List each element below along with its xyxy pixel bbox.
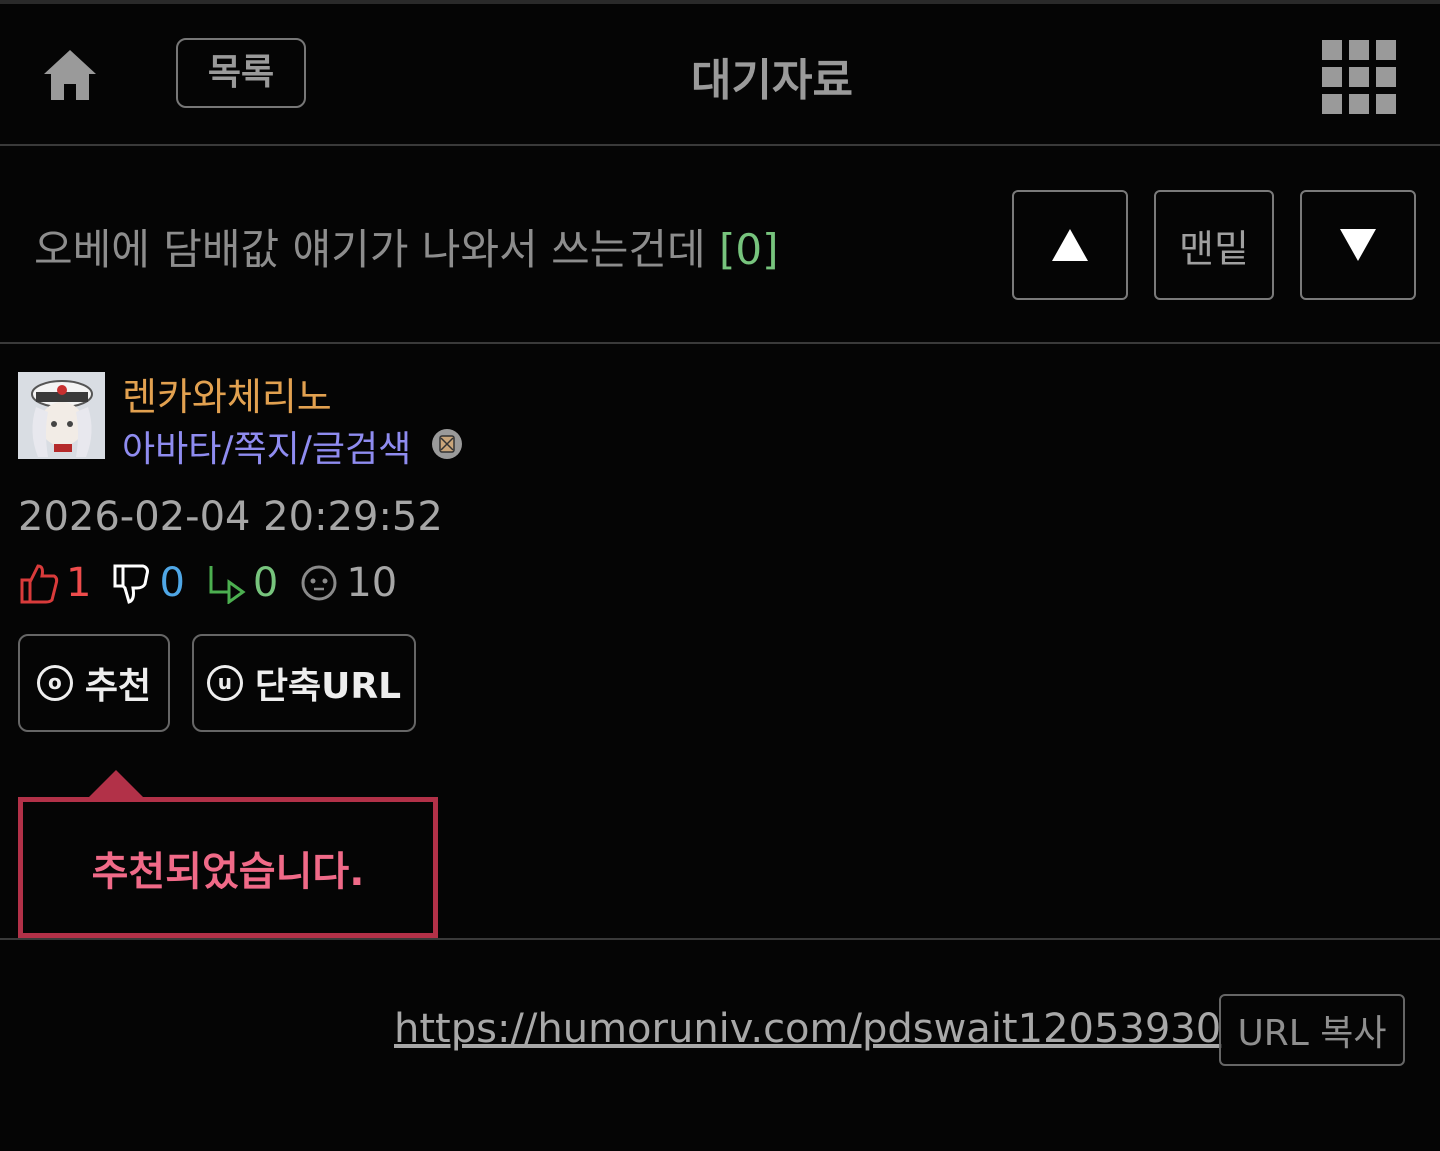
- copy-url-button[interactable]: URL 복사: [1219, 994, 1405, 1066]
- badge-icon: [432, 429, 462, 459]
- post-url-link[interactable]: https://humoruniv.com/pdswait12053930: [394, 1006, 1221, 1052]
- thumbs-up-icon: [20, 564, 59, 604]
- post-title-text: 오베에 담배값 얘기가 나와서 쓰는건데: [34, 225, 706, 274]
- view-icon: [301, 565, 337, 601]
- recommend-circle-icon: o: [36, 665, 73, 701]
- short-url-button[interactable]: u 단축URL: [192, 634, 416, 732]
- author-name[interactable]: 렌카와체리노: [122, 366, 332, 421]
- scroll-down-button[interactable]: [1300, 190, 1416, 300]
- avatar[interactable]: [18, 372, 105, 459]
- author-links[interactable]: 아바타/쪽지/글검색: [122, 420, 411, 472]
- section-divider: [0, 938, 1440, 940]
- reply-count: 0: [252, 560, 279, 606]
- short-url-label: 단축URL: [254, 666, 402, 707]
- scroll-up-button[interactable]: [1012, 190, 1128, 300]
- scroll-bottom-button[interactable]: 맨밑: [1154, 190, 1274, 300]
- thumbs-down-icon: [113, 564, 150, 604]
- list-button[interactable]: 목록: [176, 38, 306, 108]
- post-date: 2026-02-04 20:29:52: [18, 494, 443, 540]
- recommend-button[interactable]: o 추천: [18, 634, 170, 732]
- avatar-image: [18, 372, 105, 459]
- upvote-count: 1: [66, 560, 92, 606]
- recommend-toast: 추천되었습니다.: [18, 797, 438, 938]
- triangle-down-icon: [1340, 229, 1376, 261]
- triangle-up-icon: [1052, 229, 1088, 261]
- recommend-label: 추천: [84, 666, 152, 707]
- short-url-circle-icon: u: [206, 665, 243, 701]
- toast-pointer: [88, 770, 144, 798]
- view-count: 10: [346, 560, 398, 606]
- home-icon[interactable]: [40, 44, 100, 104]
- post-title-bar: 오베에 담배값 얘기가 나와서 쓰는건데 [0] 맨밑: [0, 146, 1440, 344]
- board-title: 대기자료: [691, 55, 853, 106]
- top-header: 목록 대기자료: [0, 4, 1440, 146]
- post-stats: 1 0 0 10: [18, 558, 417, 608]
- reply-icon: [209, 566, 246, 604]
- comment-count[interactable]: [0]: [719, 225, 779, 274]
- grid-menu-icon[interactable]: [1322, 40, 1396, 114]
- downvote-count: 0: [159, 560, 185, 606]
- post-title: 오베에 담배값 얘기가 나와서 쓰는건데 [0]: [34, 216, 779, 277]
